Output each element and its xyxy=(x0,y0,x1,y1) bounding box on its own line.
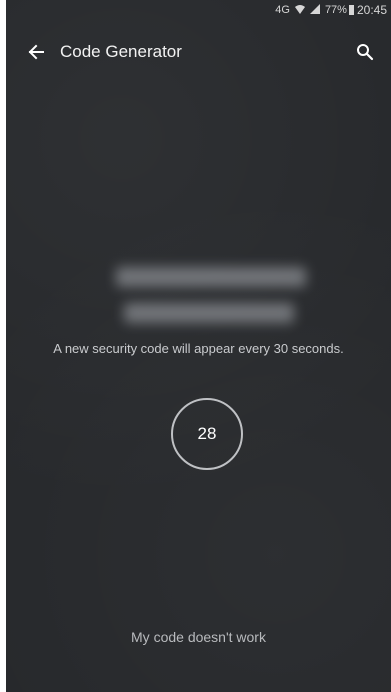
search-icon xyxy=(357,44,374,61)
code-info-text: A new security code will appear every 30… xyxy=(53,341,344,356)
back-button[interactable] xyxy=(16,34,56,70)
timer-value: 28 xyxy=(197,424,217,443)
page-title: Code Generator xyxy=(60,42,182,61)
battery-percent: 77% xyxy=(324,4,347,16)
status-time: 20:45 xyxy=(356,3,387,17)
code-help-link[interactable]: My code doesn't work xyxy=(6,629,391,645)
phone-screen: 4G 77% 20:45 Code Generator A new securi… xyxy=(6,0,391,692)
security-code-line-2 xyxy=(124,303,294,323)
wifi-icon xyxy=(294,4,305,17)
countdown-timer: 28 xyxy=(171,398,243,470)
signal-icon xyxy=(309,3,320,17)
security-code-line-1 xyxy=(116,267,306,287)
status-bar: 4G 77% 20:45 xyxy=(6,0,391,20)
network-type: 4G xyxy=(275,4,290,16)
back-arrow-icon xyxy=(28,44,44,60)
app-bar: Code Generator xyxy=(6,34,391,70)
search-button[interactable] xyxy=(347,34,383,70)
battery-icon xyxy=(348,5,354,15)
